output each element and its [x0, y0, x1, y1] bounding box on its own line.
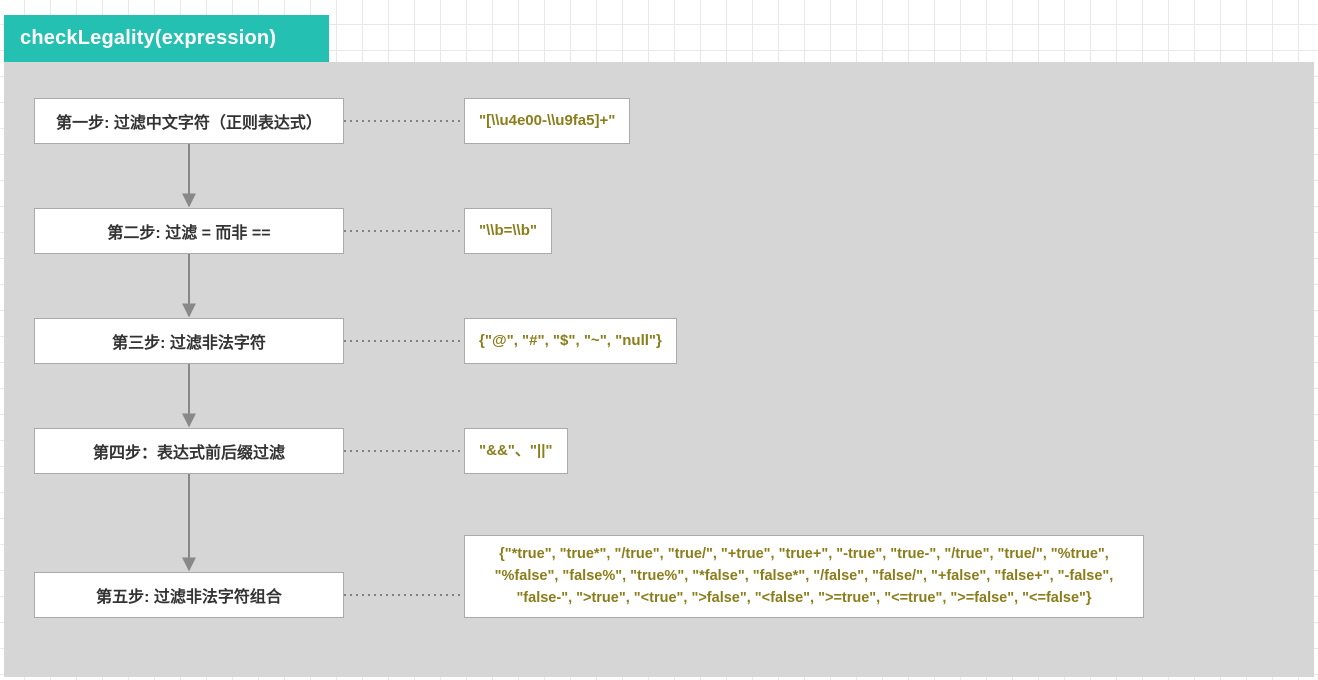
step-2-box: 第二步: 过滤 = 而非 == — [34, 208, 344, 254]
step-4-detail-text: "&&"、"||" — [479, 440, 553, 463]
step-3-box: 第三步: 过滤非法字符 — [34, 318, 344, 364]
step-5-label: 第五步: 过滤非法字符组合 — [96, 583, 282, 607]
step-3-detail-text: {"@", "#", "$", "~", "null"} — [479, 330, 662, 353]
step-5-box: 第五步: 过滤非法字符组合 — [34, 572, 344, 618]
function-title: checkLegality(expression) — [20, 27, 276, 50]
step-3-label: 第三步: 过滤非法字符 — [112, 329, 266, 353]
step-4-box: 第四步：表达式前后缀过滤 — [34, 428, 344, 474]
step-2-label: 第二步: 过滤 = 而非 == — [107, 219, 270, 243]
step-4-label: 第四步：表达式前后缀过滤 — [93, 439, 285, 463]
step-2-detail: "\\b=\\b" — [464, 208, 552, 254]
step-4-detail: "&&"、"||" — [464, 428, 568, 474]
step-1-detail-text: "[\\u4e00-\\u9fa5]+" — [479, 110, 615, 133]
step-3-detail: {"@", "#", "$", "~", "null"} — [464, 318, 677, 364]
step-1-detail: "[\\u4e00-\\u9fa5]+" — [464, 98, 630, 144]
step-1-box: 第一步: 过滤中文字符（正则表达式） — [34, 98, 344, 144]
step-5-detail-text: {"*true", "true*", "/true", "true/", "+t… — [479, 544, 1129, 609]
step-1-label: 第一步: 过滤中文字符（正则表达式） — [56, 109, 322, 133]
function-header: checkLegality(expression) — [4, 15, 329, 62]
diagram-body: 第一步: 过滤中文字符（正则表达式） "[\\u4e00-\\u9fa5]+" … — [4, 62, 1314, 677]
step-5-detail: {"*true", "true*", "/true", "true/", "+t… — [464, 535, 1144, 618]
step-2-detail-text: "\\b=\\b" — [479, 220, 537, 243]
